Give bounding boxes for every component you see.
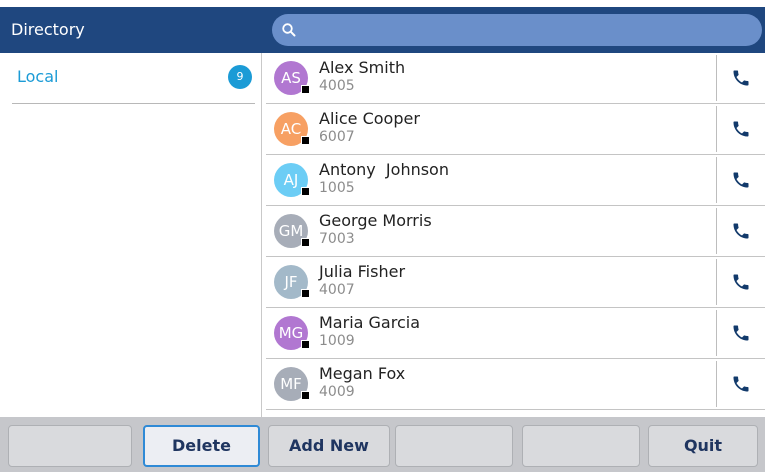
- contact-extension: 6007: [319, 129, 355, 145]
- contact-row[interactable]: MF Megan Fox 4009: [266, 359, 765, 410]
- softkey-quit[interactable]: Quit: [648, 425, 758, 467]
- presence-indicator: [301, 289, 310, 298]
- contact-row[interactable]: JF Julia Fisher 4007: [266, 257, 765, 308]
- divider: [716, 55, 717, 101]
- sidebar: Local 9: [0, 53, 262, 417]
- contact-row[interactable]: AC Alice Cooper 6007: [266, 104, 765, 155]
- presence-indicator: [301, 340, 310, 349]
- sidebar-item-label: Local: [17, 67, 59, 86]
- divider: [716, 208, 717, 254]
- contact-row[interactable]: GM George Morris 7003: [266, 206, 765, 257]
- presence-indicator: [301, 85, 310, 94]
- contact-extension: 4009: [319, 384, 355, 400]
- contact-extension: 1009: [319, 333, 355, 349]
- divider: [716, 361, 717, 407]
- divider: [716, 259, 717, 305]
- contact-list: AS Alex Smith 4005 AC Alice Cooper 6007 AJ Anto…: [263, 53, 765, 417]
- phone-icon[interactable]: [731, 119, 751, 139]
- contact-name: Alex Smith: [319, 58, 406, 77]
- contact-extension: 4005: [319, 78, 355, 94]
- phone-icon[interactable]: [731, 323, 751, 343]
- contact-row[interactable]: MG Maria Garcia 1009: [266, 308, 765, 359]
- divider: [716, 106, 717, 152]
- contact-row[interactable]: AJ Antony Johnson 1005: [266, 155, 765, 206]
- divider: [716, 157, 717, 203]
- presence-indicator: [301, 391, 310, 400]
- softkey-delete[interactable]: Delete: [143, 425, 260, 467]
- phone-icon[interactable]: [731, 68, 751, 88]
- contact-name: George Morris: [319, 211, 432, 230]
- softkey-bar: Delete Add New Quit: [0, 417, 765, 472]
- contact-extension: 7003: [319, 231, 355, 247]
- phone-icon[interactable]: [731, 374, 751, 394]
- divider: [716, 310, 717, 356]
- softkey-blank-4[interactable]: [395, 425, 513, 467]
- presence-indicator: [301, 238, 310, 247]
- phone-icon[interactable]: [731, 170, 751, 190]
- softkey-blank-5[interactable]: [522, 425, 640, 467]
- phone-icon[interactable]: [731, 221, 751, 241]
- contact-extension: 1005: [319, 180, 355, 196]
- contact-name: Megan Fox: [319, 364, 406, 383]
- sidebar-item-local[interactable]: Local 9: [12, 53, 255, 104]
- contact-row[interactable]: AS Alex Smith 4005: [266, 53, 765, 104]
- contact-extension: 4007: [319, 282, 355, 298]
- header-bar: Directory: [0, 7, 765, 53]
- page-title: Directory: [11, 20, 85, 39]
- presence-indicator: [301, 136, 310, 145]
- softkey-blank-1[interactable]: [8, 425, 132, 467]
- contact-name: Antony Johnson: [319, 160, 449, 179]
- top-strip: [0, 0, 765, 7]
- search-input[interactable]: [272, 14, 762, 46]
- presence-indicator: [301, 187, 310, 196]
- contact-name: Maria Garcia: [319, 313, 420, 332]
- contact-name: Julia Fisher: [319, 262, 406, 281]
- search-icon: [282, 23, 296, 37]
- count-badge: 9: [228, 65, 252, 89]
- phone-icon[interactable]: [731, 272, 751, 292]
- softkey-add-new[interactable]: Add New: [268, 425, 390, 467]
- contact-name: Alice Cooper: [319, 109, 420, 128]
